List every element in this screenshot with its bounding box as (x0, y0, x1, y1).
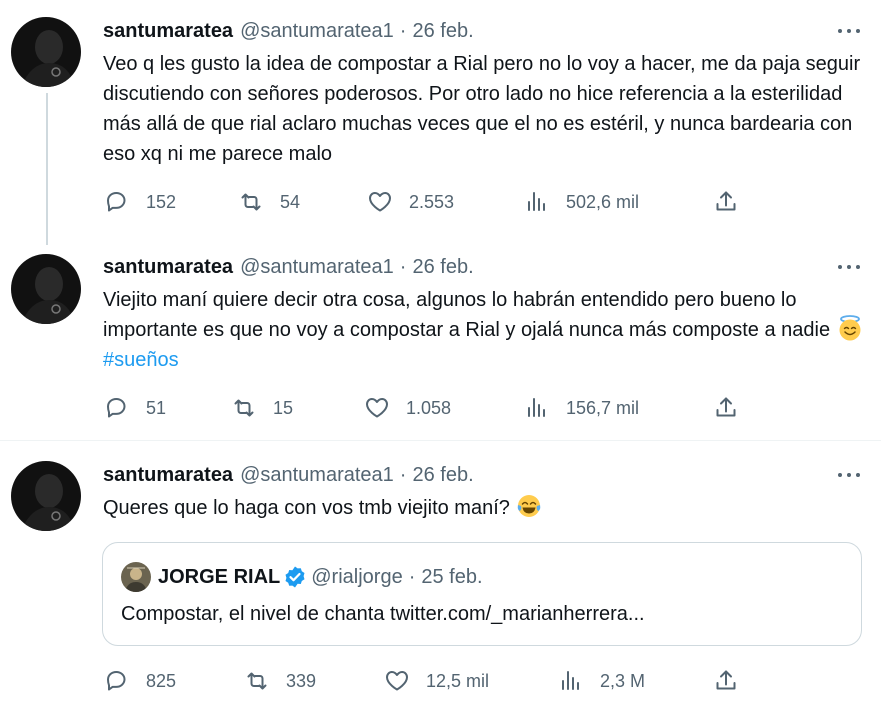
views-button[interactable]: 2,3 M (558, 666, 645, 696)
retweet-icon (241, 193, 261, 211)
like-button[interactable]: 1.058 (364, 393, 451, 423)
quoted-tweet[interactable]: JORGE RIAL @rialjorge · 25 feb. Composta… (102, 542, 862, 646)
retweet-button[interactable]: 15 (231, 393, 293, 423)
retweet-icon (247, 672, 267, 690)
reply-count: 825 (146, 670, 177, 691)
share-button[interactable] (713, 393, 755, 423)
separator: · (408, 565, 416, 588)
quote-avatar[interactable] (121, 562, 151, 592)
like-count: 2.553 (409, 191, 455, 212)
like-button[interactable]: 2.553 (367, 187, 454, 217)
quote-date[interactable]: 25 feb. (421, 566, 482, 589)
views-button[interactable]: 156,7 mil (524, 393, 639, 423)
view-count: 2,3 M (600, 670, 646, 691)
retweet-button[interactable]: 339 (244, 666, 316, 696)
views-icon (528, 192, 545, 211)
smiling-face-with-halo-icon (839, 315, 861, 341)
reply-count: 152 (146, 191, 177, 212)
author-name[interactable]: santumaratea (103, 464, 233, 487)
share-button[interactable] (713, 666, 755, 696)
quote-author-handle[interactable]: @rialjorge (311, 566, 402, 589)
tweet-body: Viejito maní quiere decir otra cosa, alg… (103, 285, 873, 375)
like-icon (366, 398, 388, 418)
thread-line (46, 93, 48, 245)
tweet-date[interactable]: 26 feb. (412, 256, 473, 279)
more-icon[interactable] (836, 21, 862, 41)
share-icon (716, 670, 736, 690)
retweet-count: 15 (273, 397, 294, 418)
retweet-icon (234, 399, 254, 417)
reply-icon (107, 398, 126, 418)
view-count: 156,7 mil (566, 397, 640, 418)
verified-icon (285, 566, 305, 588)
author-name[interactable]: santumaratea (103, 256, 233, 279)
like-count: 12,5 mil (426, 670, 490, 691)
avatar[interactable] (11, 461, 81, 531)
views-icon (528, 398, 545, 417)
retweet-button[interactable]: 54 (238, 187, 300, 217)
tweet-text: Viejito maní quiere decir otra cosa, alg… (103, 289, 831, 341)
tweet[interactable]: santumaratea @santumaratea1 · 26 feb. Vi… (0, 240, 881, 440)
tweet-date[interactable]: 26 feb. (412, 464, 473, 487)
tweet-text: Queres que lo haga con vos tmb viejito m… (103, 497, 510, 519)
hashtag-link[interactable]: #sueños (103, 349, 179, 371)
tweet-body: Queres que lo haga con vos tmb viejito m… (103, 493, 873, 523)
share-icon (716, 397, 736, 417)
retweet-count: 339 (286, 670, 317, 691)
tweet[interactable]: santumaratea @santumaratea1 · 26 feb. Ve… (0, 0, 881, 245)
like-button[interactable]: 12,5 mil (384, 666, 489, 696)
avatar[interactable] (11, 17, 81, 87)
like-icon (386, 671, 408, 691)
like-count: 1.058 (406, 397, 452, 418)
view-count: 502,6 mil (566, 191, 640, 212)
author-handle[interactable]: @santumaratea1 (240, 20, 394, 43)
tweet[interactable]: santumaratea @santumaratea1 · 26 feb. Qu… (0, 441, 881, 705)
quote-author-name[interactable]: JORGE RIAL (158, 566, 280, 589)
reply-button[interactable]: 152 (104, 187, 176, 217)
separator: · (399, 19, 407, 42)
reply-icon (107, 671, 126, 691)
separator: · (399, 255, 407, 278)
avatar[interactable] (11, 254, 81, 324)
share-button[interactable] (713, 187, 755, 217)
more-icon[interactable] (836, 465, 862, 485)
reply-icon (107, 192, 126, 212)
more-icon[interactable] (836, 257, 862, 277)
separator: · (399, 463, 407, 486)
tweet-date[interactable]: 26 feb. (412, 20, 473, 43)
author-name[interactable]: santumaratea (103, 20, 233, 43)
views-button[interactable]: 502,6 mil (524, 187, 639, 217)
quote-text: Compostar, el nivel de chanta twitter.co… (121, 603, 645, 625)
author-handle[interactable]: @santumaratea1 (240, 464, 394, 487)
tweet-text: Veo q les gusto la idea de compostar a R… (103, 53, 861, 165)
like-icon (369, 192, 391, 212)
reply-button[interactable]: 51 (104, 393, 166, 423)
face-with-tears-of-joy-icon (518, 495, 541, 517)
reply-count: 51 (146, 397, 167, 418)
views-icon (562, 671, 579, 690)
author-handle[interactable]: @santumaratea1 (240, 256, 394, 279)
retweet-count: 54 (280, 191, 301, 212)
reply-button[interactable]: 825 (104, 666, 176, 696)
share-icon (716, 191, 736, 211)
